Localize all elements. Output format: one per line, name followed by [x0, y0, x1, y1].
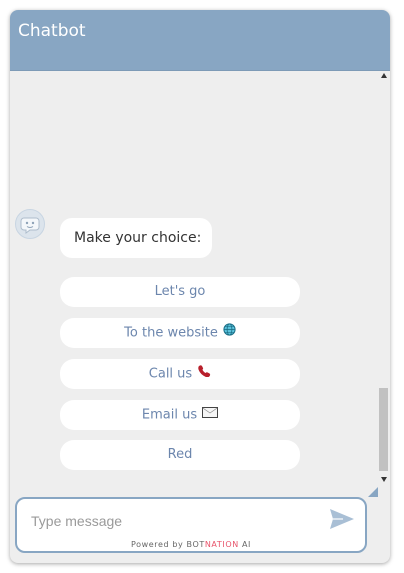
- powered-by-label: Powered by: [130, 540, 187, 549]
- message-area: Make your choice: Let's go To the websit…: [10, 71, 390, 491]
- telephone-icon: [197, 359, 211, 389]
- bot-avatar: [15, 209, 45, 239]
- message-input[interactable]: [29, 508, 313, 534]
- scroll-up-arrow[interactable]: [381, 73, 387, 78]
- input-tail: [368, 487, 378, 497]
- send-icon: [330, 509, 354, 529]
- choice-label: Red: [167, 447, 193, 462]
- choice-email-button[interactable]: Email us: [60, 400, 300, 430]
- message-composer: Powered by BOTNATION AI: [15, 497, 367, 553]
- globe-icon: [223, 318, 236, 348]
- chatbot-widget: Chatbot Make your choice: Let's go To th…: [10, 10, 390, 563]
- brand-name-part2: NATION: [204, 540, 239, 549]
- bot-face-icon: [20, 217, 40, 234]
- chat-title: Chatbot: [18, 21, 86, 41]
- choice-label: Let's go: [154, 284, 206, 299]
- scrollbar-thumb[interactable]: [379, 388, 388, 471]
- brand-name-part3: AI: [238, 540, 251, 549]
- bot-message-bubble: Make your choice:: [60, 218, 212, 258]
- chat-header: Chatbot: [10, 10, 390, 71]
- choice-label: To the website: [124, 325, 218, 341]
- choice-lets-go-button[interactable]: Let's go: [60, 277, 300, 307]
- scroll-down-arrow[interactable]: [381, 477, 387, 482]
- brand-name-part1: BOT: [186, 540, 205, 549]
- choice-label: Call us: [148, 366, 193, 382]
- choice-red-button[interactable]: Red: [60, 440, 300, 470]
- choice-website-button[interactable]: To the website: [60, 318, 300, 348]
- envelope-icon: [202, 400, 219, 430]
- send-button[interactable]: [329, 508, 355, 530]
- powered-by-footer: Powered by BOTNATION AI: [17, 540, 365, 549]
- choice-label: Email us: [141, 407, 198, 423]
- choice-call-button[interactable]: Call us: [60, 359, 300, 389]
